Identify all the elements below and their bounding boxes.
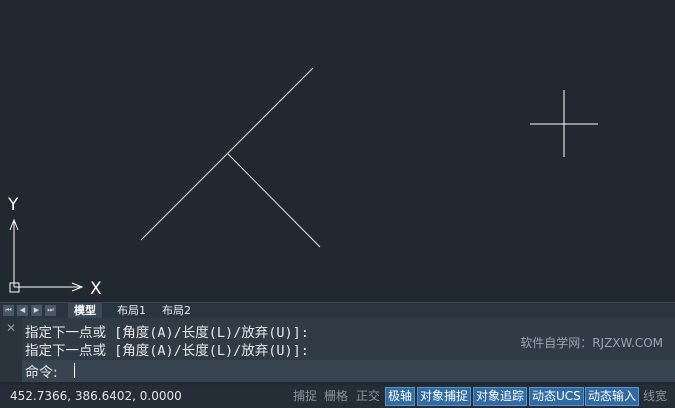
command-history-line: 指定下一点或 [角度(A)/长度(L)/放弃(U)]:	[25, 325, 309, 341]
lineweight-toggle[interactable]: 线宽	[641, 387, 669, 406]
last-tab-icon[interactable]: ⏭	[45, 305, 56, 316]
otrack-toggle[interactable]: 对象追踪	[473, 387, 528, 406]
command-input[interactable]: 命令:	[22, 360, 675, 382]
first-tab-icon[interactable]: ⏮	[3, 305, 14, 316]
drawing-svg	[9, 67, 598, 293]
ucs-icon	[9, 218, 84, 293]
text-cursor	[74, 363, 75, 378]
polar-toggle[interactable]: 极轴	[385, 387, 416, 406]
snap-toggle[interactable]: 捕捉	[291, 387, 319, 406]
coordinate-readout: 452.7366, 386.6402, 0.0000	[10, 389, 182, 403]
dyn-toggle[interactable]: 动态输入	[585, 387, 640, 406]
ucs-x-label: X	[90, 279, 102, 299]
command-prompt: 命令:	[25, 365, 58, 381]
grid-toggle[interactable]: 栅格	[322, 387, 350, 406]
status-bar: 452.7366, 386.6402, 0.0000 捕捉 栅格 正交 极轴 对…	[0, 385, 675, 408]
drawn-line-2[interactable]	[227, 153, 321, 248]
tab-layout2[interactable]: 布局2	[156, 303, 197, 318]
drawing-canvas[interactable]: Y X	[0, 0, 675, 302]
ortho-toggle[interactable]: 正交	[354, 387, 382, 406]
ucs-y-label: Y	[8, 195, 19, 215]
osnap-toggle[interactable]: 对象捕捉	[417, 387, 472, 406]
ducs-toggle[interactable]: 动态UCS	[529, 387, 584, 406]
tab-model[interactable]: 模型	[68, 303, 102, 318]
crosshair-cursor	[530, 90, 598, 157]
watermark: 软件自学网：RJZXW.COM	[520, 336, 663, 350]
command-window: ✕ 指定下一点或 [角度(A)/长度(L)/放弃(U)]: 指定下一点或 [角度…	[0, 318, 675, 382]
close-icon[interactable]: ✕	[6, 321, 16, 335]
command-history-line: 指定下一点或 [角度(A)/长度(L)/放弃(U)]:	[25, 343, 309, 359]
next-tab-icon[interactable]: ▶	[31, 305, 42, 316]
prev-tab-icon[interactable]: ◀	[17, 305, 28, 316]
tab-layout1[interactable]: 布局1	[111, 303, 152, 318]
layout-tab-bar: ⏮ ◀ ▶ ⏭ 模型 布局1 布局2	[0, 302, 675, 318]
